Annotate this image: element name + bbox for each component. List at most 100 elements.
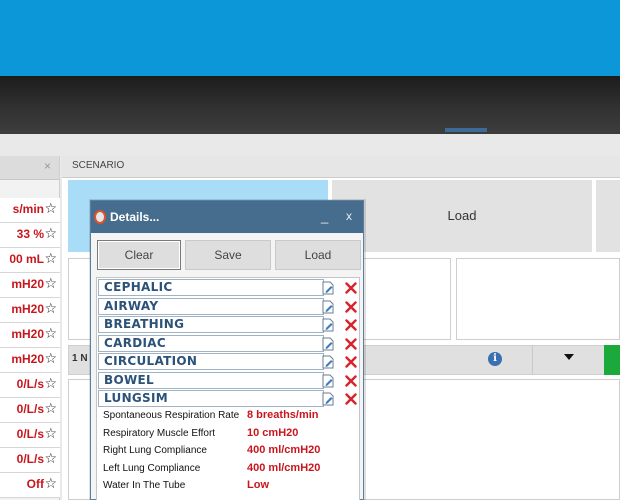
vitals-value: mH20 bbox=[11, 277, 44, 291]
delete-icon[interactable] bbox=[345, 355, 357, 368]
section-label: LUNGSIM bbox=[104, 391, 169, 405]
details-list: CEPHALIC AIRWAY BREATHING CARDIAC CIRCULATIO… bbox=[96, 277, 360, 500]
vitals-value: 0/L/s bbox=[16, 377, 44, 391]
details-dialog: Details... _ x Clear Save Load CEPHALIC A… bbox=[90, 200, 364, 500]
property-value: 8 breaths/min bbox=[247, 409, 319, 421]
property-value: 400 ml/cmH20 bbox=[247, 461, 321, 474]
scenario-tile[interactable] bbox=[596, 180, 620, 252]
scenario-title: SCENARIO bbox=[72, 160, 125, 171]
section-row-breathing[interactable]: BREATHING bbox=[98, 316, 324, 333]
section-row-bowel[interactable]: BOWEL bbox=[98, 371, 324, 389]
section-label: CEPHALIC bbox=[104, 280, 173, 294]
vitals-row[interactable]: mH20 ☆ bbox=[0, 348, 60, 373]
delete-icon[interactable] bbox=[345, 337, 357, 350]
vitals-value: 33 % bbox=[16, 227, 44, 241]
vitals-row[interactable]: 0/L/s ☆ bbox=[0, 373, 60, 398]
delete-icon[interactable] bbox=[345, 281, 357, 294]
delete-icon[interactable] bbox=[345, 300, 357, 313]
vitals-row[interactable]: 0/L/s ☆ bbox=[0, 398, 60, 423]
vitals-value: mH20 bbox=[11, 302, 44, 316]
star-icon[interactable]: ☆ bbox=[44, 225, 57, 242]
minimize-icon[interactable]: _ bbox=[321, 209, 328, 224]
star-icon[interactable]: ☆ bbox=[44, 425, 57, 442]
vitals-row[interactable]: mH20 ☆ bbox=[0, 323, 60, 348]
toolbar-divider bbox=[532, 345, 533, 375]
dialog-title: Details... bbox=[110, 210, 160, 224]
edit-icon[interactable] bbox=[322, 281, 334, 295]
vitals-row[interactable]: 00 mL ☆ bbox=[0, 248, 60, 273]
star-icon[interactable]: ☆ bbox=[44, 200, 57, 217]
property-value: 400 ml/cmH20 bbox=[247, 444, 321, 456]
close-icon[interactable]: x bbox=[346, 209, 352, 223]
vitals-row[interactable]: mH20 ☆ bbox=[0, 298, 60, 323]
section-label: CIRCULATION bbox=[104, 354, 198, 368]
property-name: Right Lung Compliance bbox=[103, 445, 207, 456]
desktop-background bbox=[0, 0, 620, 76]
vitals-row[interactable]: 0/L/s ☆ bbox=[0, 448, 60, 473]
property-name: Left Lung Compliance bbox=[103, 462, 201, 474]
star-icon[interactable]: ☆ bbox=[44, 450, 57, 467]
star-icon[interactable]: ☆ bbox=[44, 250, 57, 267]
vitals-value: 0/L/s bbox=[16, 402, 44, 416]
clear-button[interactable]: Clear bbox=[97, 240, 181, 270]
edit-icon[interactable] bbox=[322, 355, 334, 369]
green-status-button[interactable] bbox=[604, 345, 620, 375]
vitals-value: 00 mL bbox=[9, 252, 44, 266]
scenario-header bbox=[62, 156, 620, 178]
property-value: 10 cmH20 bbox=[247, 426, 299, 439]
edit-icon[interactable] bbox=[322, 300, 334, 314]
app-logo-icon bbox=[94, 210, 106, 224]
section-row-cephalic[interactable]: CEPHALIC bbox=[98, 279, 324, 296]
vitals-row[interactable]: Off ☆ bbox=[0, 473, 60, 498]
star-icon[interactable]: ☆ bbox=[44, 325, 57, 342]
property-value: Low bbox=[247, 479, 269, 491]
toolbar-label: 1 N bbox=[72, 353, 88, 364]
delete-icon[interactable] bbox=[345, 374, 357, 387]
star-icon[interactable]: ☆ bbox=[44, 400, 57, 417]
property-row: Left Lung Compliance 400 ml/cmH20 bbox=[103, 461, 358, 478]
property-name: Respiratory Muscle Effort bbox=[103, 427, 216, 439]
vitals-value: s/min bbox=[12, 202, 44, 216]
star-icon[interactable]: ☆ bbox=[44, 375, 57, 392]
load-button[interactable]: Load bbox=[275, 240, 361, 270]
star-icon[interactable]: ☆ bbox=[44, 350, 57, 367]
vitals-row[interactable]: s/min ☆ bbox=[0, 198, 60, 223]
save-button[interactable]: Save bbox=[185, 240, 271, 270]
vitals-row[interactable]: 33 % ☆ bbox=[0, 223, 60, 248]
info-icon[interactable]: i bbox=[488, 352, 502, 366]
monitor-bezel bbox=[0, 76, 620, 134]
edit-icon[interactable] bbox=[322, 337, 334, 351]
vitals-value: 0/L/s bbox=[16, 452, 44, 466]
vitals-row[interactable]: 0/L/s ☆ bbox=[0, 423, 60, 448]
edit-icon[interactable] bbox=[322, 374, 334, 388]
property-row: Water In The Tube Low bbox=[103, 478, 358, 495]
scenario-text-box-secondary[interactable] bbox=[456, 258, 620, 340]
edit-icon[interactable] bbox=[322, 392, 334, 406]
vitals-value: 0/L/s bbox=[16, 427, 44, 441]
star-icon[interactable]: ☆ bbox=[44, 475, 57, 492]
section-row-cardiac[interactable]: CARDIAC bbox=[98, 334, 324, 352]
bezel-accent bbox=[445, 128, 487, 132]
delete-icon[interactable] bbox=[345, 392, 357, 405]
section-row-airway[interactable]: AIRWAY bbox=[98, 297, 324, 315]
star-icon[interactable]: ☆ bbox=[44, 300, 57, 317]
dialog-titlebar[interactable]: Details... _ x bbox=[91, 201, 363, 233]
vitals-panel-close-icon[interactable]: × bbox=[44, 159, 51, 173]
delete-icon[interactable] bbox=[345, 318, 357, 331]
edit-icon[interactable] bbox=[322, 318, 334, 332]
section-label: BOWEL bbox=[104, 372, 154, 387]
caret-down-icon[interactable] bbox=[564, 354, 574, 360]
property-row: Spontaneous Respiration Rate 8 breaths/mi… bbox=[103, 408, 358, 425]
vitals-value: mH20 bbox=[11, 352, 44, 366]
property-name: Spontaneous Respiration Rate bbox=[103, 410, 240, 421]
property-row: Right Lung Compliance 400 ml/cmH20 bbox=[103, 443, 358, 460]
property-row: Respiratory Muscle Effort 10 cmH20 bbox=[103, 426, 358, 443]
star-icon[interactable]: ☆ bbox=[44, 275, 57, 292]
section-row-lungsim[interactable]: LUNGSIM bbox=[98, 390, 324, 407]
vitals-row[interactable]: mH20 ☆ bbox=[0, 273, 60, 298]
scenario-load-tile[interactable]: Load bbox=[332, 180, 592, 252]
section-row-circulation[interactable]: CIRCULATION bbox=[98, 353, 324, 370]
property-name: Water In The Tube bbox=[103, 480, 186, 491]
vitals-value: mH20 bbox=[11, 327, 44, 341]
vitals-value: Off bbox=[26, 477, 44, 491]
